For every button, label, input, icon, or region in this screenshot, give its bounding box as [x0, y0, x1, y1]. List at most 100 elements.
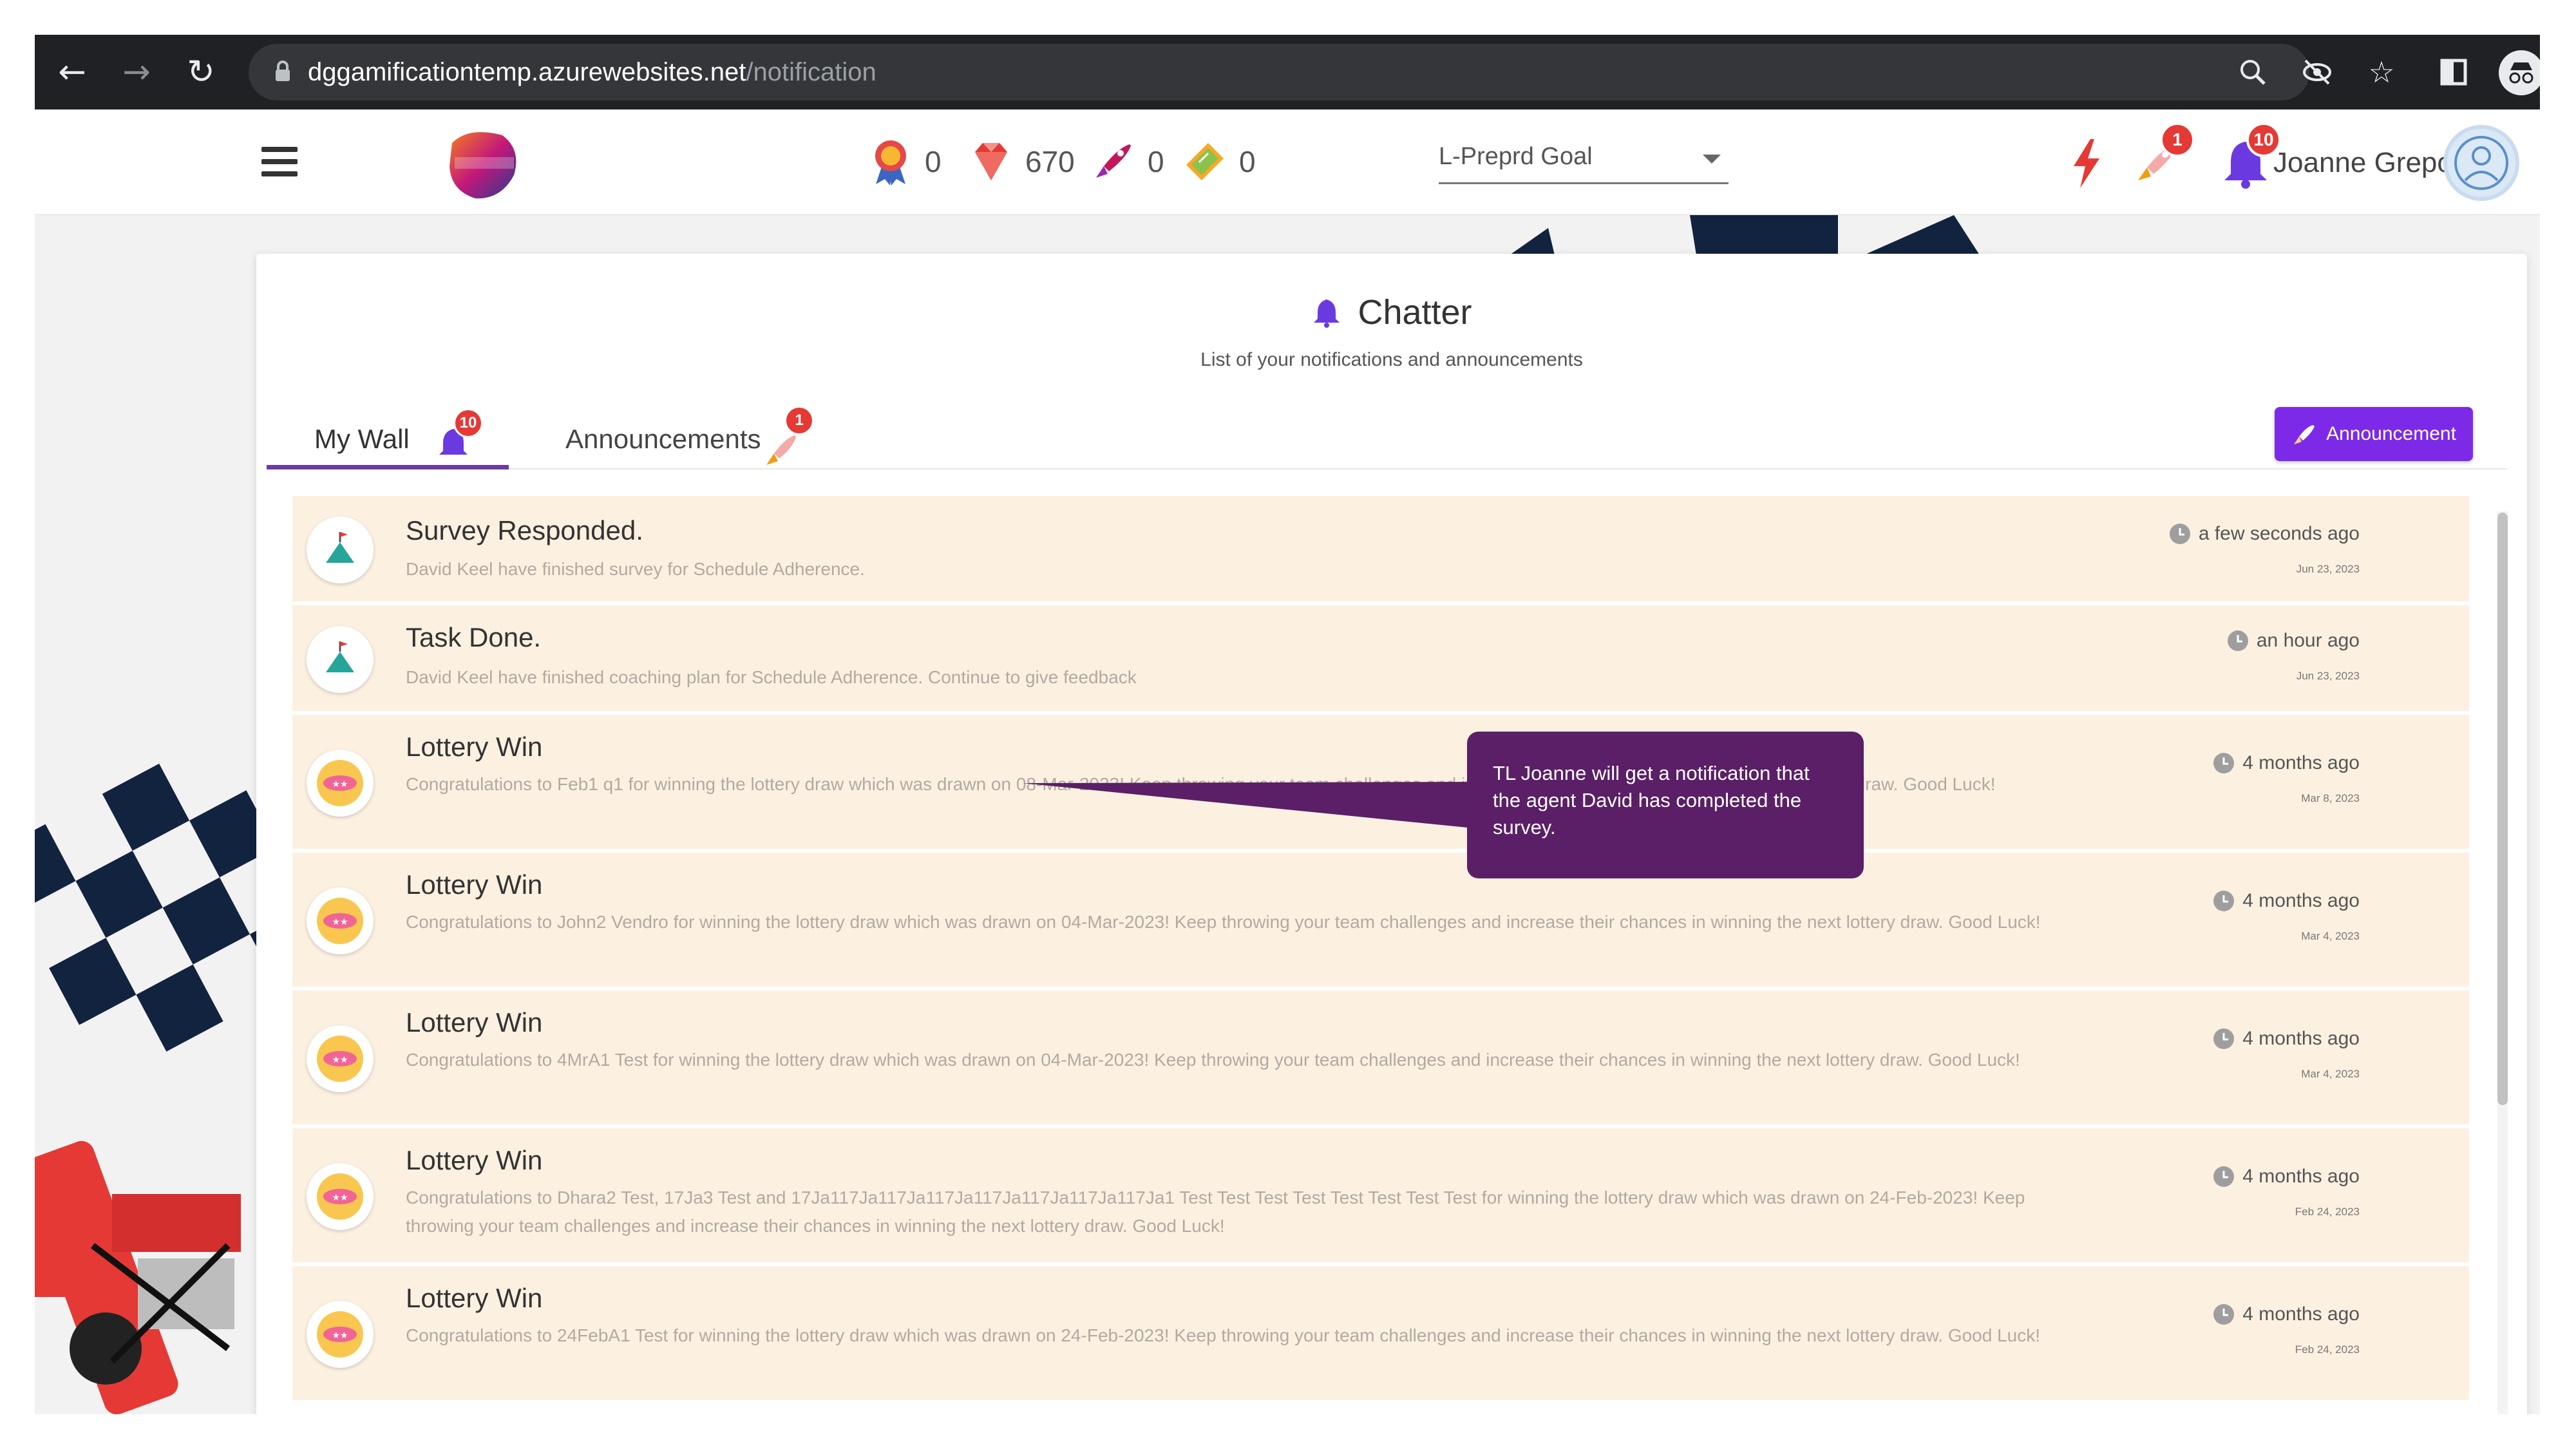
- page-title-text: Chatter: [1358, 293, 1472, 332]
- announcement-button-label: Announcement: [2326, 423, 2456, 444]
- list-item[interactable]: ★★ Lottery Win Congratulations to 24FebA…: [292, 1266, 2469, 1404]
- tab-my-wall[interactable]: My Wall 10: [267, 402, 509, 473]
- goal-select-value: L-Preprd Goal: [1439, 143, 1593, 170]
- notification-title: Lottery Win: [406, 869, 543, 900]
- page-title: Chatter: [256, 292, 2527, 332]
- tabs-divider: [267, 468, 2508, 469]
- avatar[interactable]: [2443, 125, 2519, 201]
- user-name: Joanne Grepo: [2273, 147, 2453, 178]
- lottery-icon: ★★: [317, 1173, 363, 1220]
- app-header: 0 670 0 0 L-Preprd Goal 1 10 Joanne Grep…: [35, 109, 2540, 215]
- forward-arrow-icon[interactable]: →: [118, 53, 155, 91]
- screenshot-frame: ← → ↻ dggamificationtemp.azurewebsites.n…: [35, 35, 2540, 1414]
- rockets-stat: 0: [1088, 133, 1164, 191]
- notification-time-text: 4 months ago: [2242, 1303, 2360, 1325]
- notification-list[interactable]: Survey Responded. David Keel have finish…: [292, 496, 2469, 1414]
- bell-notification-button[interactable]: 10: [2217, 122, 2281, 192]
- tab-announcements-label: Announcements: [565, 424, 761, 454]
- notification-body: Congratulations to John2 Vendro for winn…: [406, 912, 2041, 932]
- notification-date: Mar 8, 2023: [2301, 792, 2360, 804]
- flag-peak-icon: [326, 532, 354, 563]
- clock-icon: [2213, 1028, 2235, 1049]
- tab-active-indicator: [267, 465, 509, 469]
- lock-icon: [276, 61, 290, 81]
- notification-avatar: ★★: [307, 887, 374, 954]
- badges-stat: 0: [866, 133, 942, 191]
- clock-icon: [2213, 1304, 2235, 1325]
- badges-count: 0: [925, 145, 942, 178]
- side-panel-icon[interactable]: [2436, 54, 2472, 90]
- medal-icon: [875, 140, 906, 185]
- browser-toolbar: ← → ↻ dggamificationtemp.azurewebsites.n…: [35, 35, 2540, 109]
- list-item[interactable]: ★★ Lottery Win Congratulations to 4MrA1 …: [292, 990, 2469, 1128]
- chatter-card: Chatter List of your notifications and a…: [256, 254, 2527, 1414]
- tab-announcements-badge: 1: [784, 406, 814, 435]
- clock-icon: [2169, 524, 2190, 544]
- rockets-count: 0: [1148, 145, 1164, 178]
- profile-incognito-icon[interactable]: [2499, 50, 2540, 95]
- svg-text:★★: ★★: [332, 1055, 348, 1065]
- page-subtitle: List of your notifications and announcem…: [1200, 349, 1583, 370]
- rocket-notification-button[interactable]: 1: [2129, 122, 2195, 192]
- gems-count: 670: [1025, 145, 1075, 178]
- eye-off-icon[interactable]: [2299, 54, 2335, 90]
- callout-text: TL Joanne will get a notification that t…: [1493, 762, 1810, 838]
- notification-time: 4 months ago: [2213, 752, 2360, 774]
- notification-title: Task Done.: [406, 622, 542, 652]
- list-item[interactable]: ★★ Lottery Win Congratulations to John2 …: [292, 853, 2469, 990]
- bookmark-star-icon[interactable]: ☆: [2363, 54, 2400, 90]
- notification-time-text: 4 months ago: [2242, 1028, 2360, 1049]
- url-domain: dggamificationtemp.azurewebsites.net: [308, 57, 746, 86]
- notification-body: David Keel have finished survey for Sche…: [406, 559, 865, 579]
- svg-text:★★: ★★: [332, 1331, 348, 1341]
- notification-time: 4 months ago: [2213, 1303, 2360, 1325]
- back-arrow-icon[interactable]: ←: [54, 53, 90, 91]
- notification-time: an hour ago: [2227, 630, 2360, 652]
- scrollbar-thumb[interactable]: [2497, 513, 2508, 1105]
- notification-date: Mar 4, 2023: [2301, 930, 2360, 942]
- race-decoration: [35, 763, 256, 1414]
- notification-avatar: [307, 626, 374, 693]
- notification-time: 4 months ago: [2213, 890, 2360, 912]
- notification-title: Survey Responded.: [406, 515, 643, 545]
- rocket-badge: 1: [2160, 122, 2195, 157]
- notification-title: Lottery Win: [406, 1007, 543, 1037]
- list-item[interactable]: Survey Responded. David Keel have finish…: [292, 496, 2469, 605]
- clock-icon: [2227, 630, 2248, 651]
- gem-icon: [975, 143, 1007, 180]
- rocket-icon: [1096, 144, 1131, 178]
- gems-stat: 670: [966, 133, 1075, 191]
- tab-announcements[interactable]: Announcements 1: [540, 402, 823, 473]
- address-bar[interactable]: dggamificationtemp.azurewebsites.net/not…: [249, 44, 2309, 100]
- notification-avatar: ★★: [307, 1301, 374, 1368]
- chevron-down-icon: [1703, 155, 1721, 164]
- notification-title: Lottery Win: [406, 1145, 543, 1175]
- zoom-icon[interactable]: [2235, 54, 2271, 90]
- notification-date: Jun 23, 2023: [2296, 563, 2360, 575]
- notification-time: 4 months ago: [2213, 1166, 2360, 1188]
- goal-select[interactable]: L-Preprd Goal: [1439, 135, 1728, 184]
- notification-date: Feb 24, 2023: [2295, 1343, 2360, 1356]
- notification-date: Jun 23, 2023: [2296, 670, 2360, 682]
- list-item[interactable]: ★★ Lottery Win Congratulations to Dhara2…: [292, 1128, 2469, 1266]
- lightning-icon[interactable]: [2058, 134, 2116, 192]
- notification-date: Mar 4, 2023: [2301, 1068, 2360, 1080]
- lottery-icon: ★★: [317, 760, 363, 806]
- tab-my-wall-label: My Wall: [314, 424, 410, 454]
- svg-text:★★: ★★: [332, 1193, 348, 1203]
- svg-text:★★: ★★: [332, 917, 348, 927]
- clock-icon: [2213, 891, 2235, 911]
- ticket-icon: [1186, 143, 1224, 180]
- checker-strip-decoration: [1510, 215, 1980, 255]
- bell-icon: [1314, 299, 1340, 328]
- announcement-button[interactable]: Announcement: [2275, 407, 2473, 461]
- user-avatar-icon: [2454, 136, 2508, 190]
- menu-icon[interactable]: [261, 147, 298, 176]
- notification-body: Congratulations to 4MrA1 Test for winnin…: [406, 1050, 2020, 1070]
- notification-time-text: an hour ago: [2256, 630, 2360, 651]
- list-item[interactable]: Task Done. David Keel have finished coac…: [292, 605, 2469, 715]
- rocket-icon: [2294, 425, 2315, 444]
- reload-icon[interactable]: ↻: [183, 53, 219, 91]
- notification-time-text: a few seconds ago: [2198, 523, 2360, 544]
- notification-time-text: 4 months ago: [2242, 1166, 2360, 1187]
